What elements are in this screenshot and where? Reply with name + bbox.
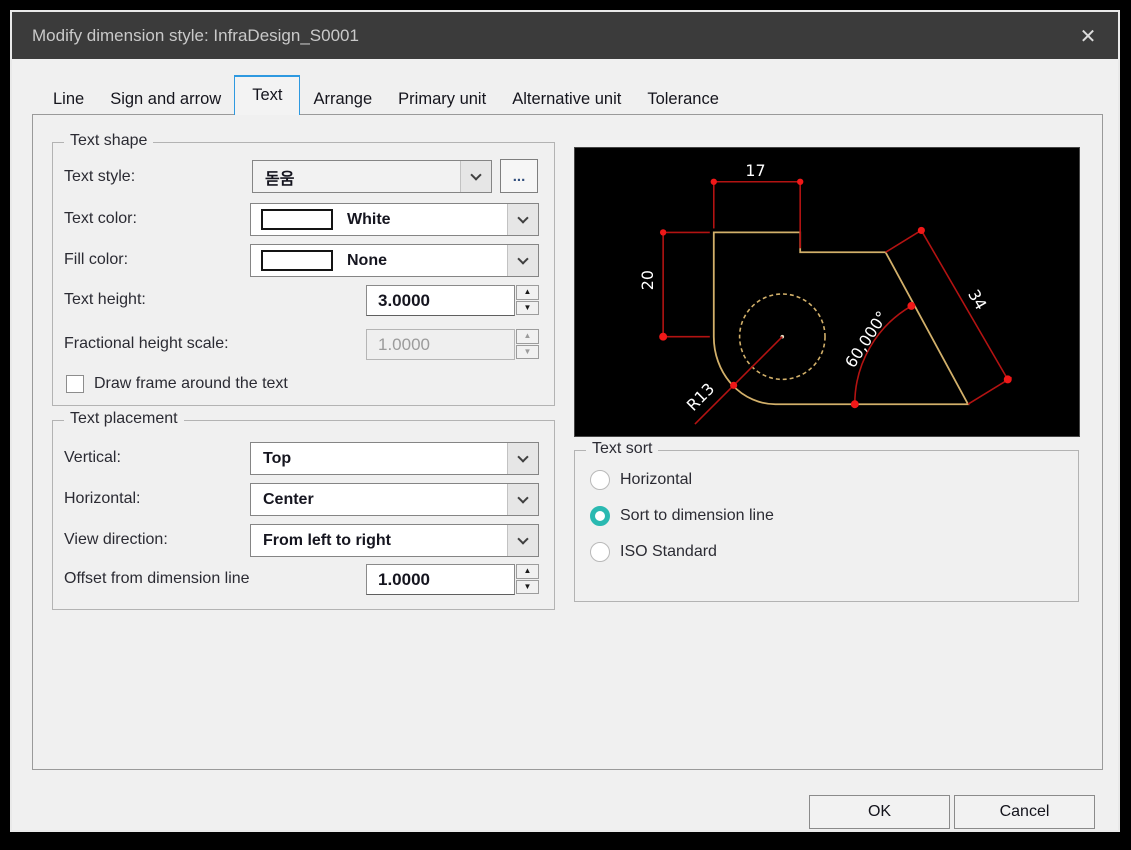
dimension-34-lines [885,227,1013,405]
text-color-value: White [347,210,391,228]
spin-down-icon[interactable]: ▼ [516,300,539,315]
radio-horizontal[interactable] [590,470,610,490]
ok-button[interactable]: OK [809,795,950,829]
dim-label-17: 17 [745,161,765,180]
offset-label: Offset from dimension line [64,570,250,587]
text-color-select[interactable]: White [250,203,539,236]
fractional-height-scale-label: Fractional height scale: [64,335,229,352]
horizontal-label: Horizontal: [64,490,141,507]
dialog-title: Modify dimension style: InfraDesign_S000… [32,26,359,45]
text-style-select[interactable]: 돋움 [252,160,492,193]
text-sort-group-label: Text sort [586,440,659,458]
fill-color-swatch [261,250,333,271]
cancel-button[interactable]: Cancel [954,795,1095,829]
text-color-swatch [261,209,333,230]
dim-label-34: 34 [964,286,991,313]
text-height-label: Text height: [64,291,146,308]
tab-alternative-unit[interactable]: Alternative unit [499,84,634,115]
tab-sign-and-arrow[interactable]: Sign and arrow [97,84,234,115]
text-color-label: Text color: [64,210,137,227]
fractional-height-scale-stepper: ▲ ▼ [516,329,539,360]
dimension-style-preview: 17 20 34 60,000° R13 [574,147,1080,437]
tab-primary-unit[interactable]: Primary unit [385,84,499,115]
chevron-down-icon[interactable] [507,204,538,235]
title-bar[interactable]: Modify dimension style: InfraDesign_S000… [12,12,1118,59]
fill-color-select[interactable]: None [250,244,539,277]
spin-up-icon[interactable]: ▲ [516,564,539,579]
spin-down-icon: ▼ [516,344,539,359]
text-height-input[interactable]: 3.0000 [366,285,515,316]
draw-frame-checkbox[interactable] [66,375,84,393]
dim-label-radius: R13 [683,379,719,415]
dimension-20-lines [662,231,710,338]
spin-down-icon[interactable]: ▼ [516,579,539,594]
vertical-value: Top [263,449,292,467]
text-style-value: 돋움 [265,170,295,188]
preview-drawing: 17 20 34 60,000° R13 [638,161,1013,425]
text-height-stepper[interactable]: ▲ ▼ [516,285,539,316]
radio-iso-standard[interactable] [590,542,610,562]
offset-input[interactable]: 1.0000 [366,564,515,595]
chevron-down-icon[interactable] [507,525,538,556]
horizontal-select[interactable]: Center [250,483,539,516]
fill-color-label: Fill color: [64,251,129,268]
chevron-down-icon[interactable] [460,161,491,192]
vertical-label: Vertical: [64,449,121,466]
dimension-17-lines [712,180,801,249]
fractional-height-scale-input: 1.0000 [366,329,515,360]
part-outline [712,231,970,406]
tab-line[interactable]: Line [40,84,97,115]
close-icon[interactable]: ✕ [1072,21,1104,51]
chevron-down-icon[interactable] [507,484,538,515]
spin-up-icon[interactable]: ▲ [516,285,539,300]
dim-label-20: 20 [638,270,657,290]
radio-sort-to-dimension-line[interactable] [590,506,610,526]
view-direction-select[interactable]: From left to right [250,524,539,557]
tab-text[interactable]: Text [234,75,301,115]
text-style-browse-button[interactable]: ... [500,159,538,193]
fill-color-value: None [347,251,387,269]
spin-up-icon: ▲ [516,329,539,344]
dimension-radius-line [694,336,783,425]
draw-frame-label: Draw frame around the text [94,375,288,392]
view-direction-label: View direction: [64,531,168,548]
horizontal-value: Center [263,490,314,508]
text-placement-group-label: Text placement [64,410,184,428]
chevron-down-icon[interactable] [507,443,538,474]
chevron-down-icon[interactable] [507,245,538,276]
view-direction-value: From left to right [263,531,391,549]
radio-iso-standard-label[interactable]: ISO Standard [620,542,717,562]
modify-dimension-style-dialog: Modify dimension style: InfraDesign_S000… [10,10,1120,832]
dim-label-angle: 60,000° [841,308,892,372]
tab-bar: Line Sign and arrow Text Arrange Primary… [40,74,732,115]
offset-stepper[interactable]: ▲ ▼ [516,564,539,595]
dimension-endpoint-markers [659,178,1012,409]
tab-tolerance[interactable]: Tolerance [634,84,732,115]
radio-horizontal-label[interactable]: Horizontal [620,470,692,490]
vertical-select[interactable]: Top [250,442,539,475]
text-shape-group-label: Text shape [64,132,154,150]
tab-arrange[interactable]: Arrange [300,84,385,115]
text-style-label: Text style: [64,168,136,185]
radio-sort-to-dimension-line-label[interactable]: Sort to dimension line [620,506,774,526]
